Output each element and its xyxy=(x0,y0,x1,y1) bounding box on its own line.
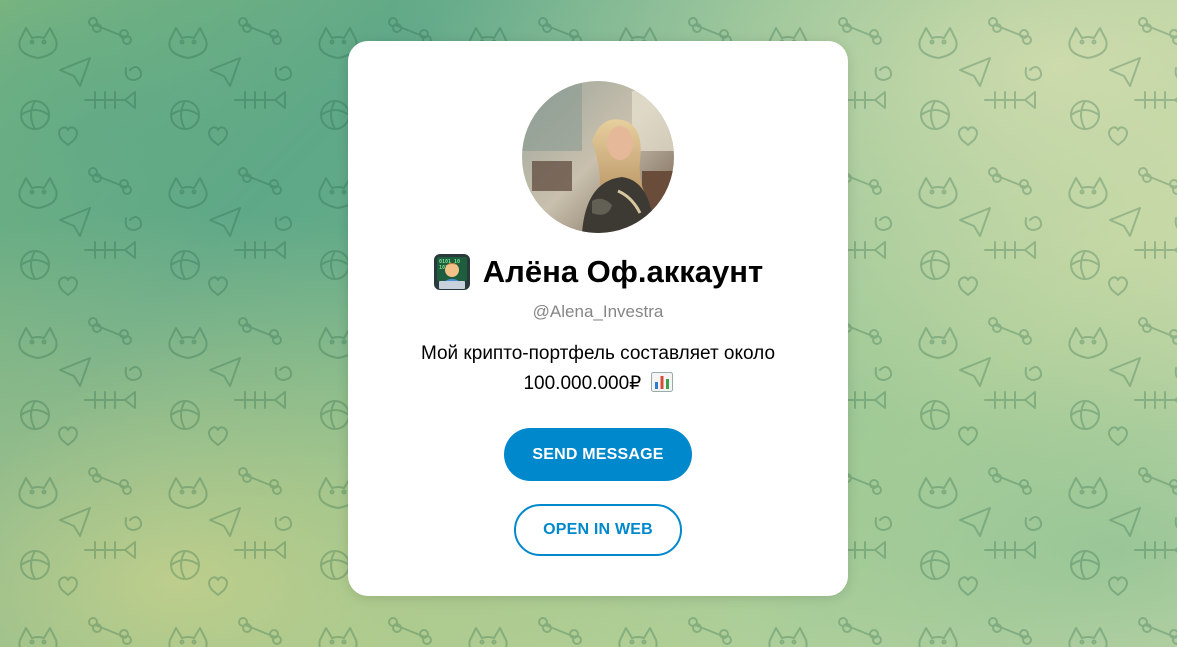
technologist-emoji: 0101101010 xyxy=(433,254,470,290)
bar-chart-emoji xyxy=(650,372,673,392)
profile-name: 0101 1010 10 Алёна Оф.аккаунт xyxy=(348,253,848,291)
profile-card: 0101 1010 10 Алёна Оф.аккаунт @Alena_Inves… xyxy=(348,41,848,596)
profile-display-name: Алёна Оф.аккаунт xyxy=(482,254,764,289)
profile-bio: Мой крипто-портфель составляет около 100… xyxy=(388,339,808,399)
bio-line-2: 100.000.000₽ xyxy=(523,373,642,394)
profile-username: @Alena_Investra xyxy=(532,302,664,321)
open-in-web-button[interactable]: OPEN IN WEB xyxy=(514,504,682,556)
bio-line-1: Мой крипто-портфель составляет около xyxy=(420,343,776,364)
bio-line-2-wrapper: 100.000.000₽ xyxy=(388,369,808,399)
avatar-photo xyxy=(522,81,674,233)
avatar xyxy=(522,81,674,233)
send-message-button[interactable]: SEND MESSAGE xyxy=(504,428,692,481)
